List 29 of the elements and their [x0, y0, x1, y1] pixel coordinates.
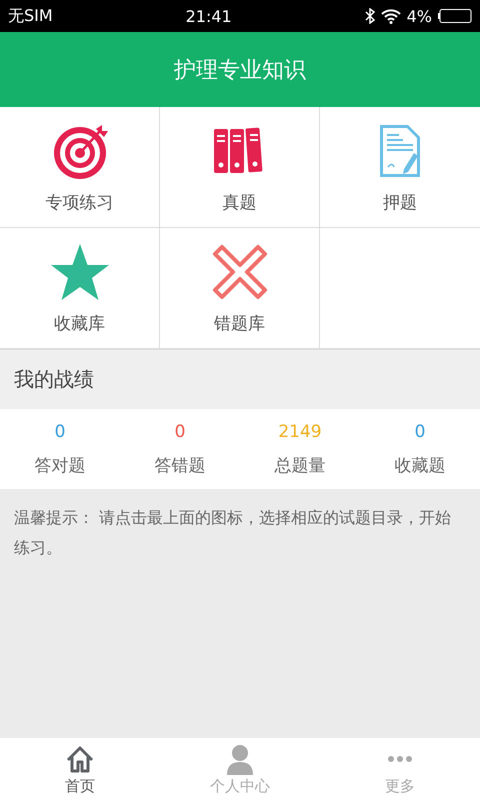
tile-label: 专项练习 — [46, 192, 114, 214]
stat-label: 总题量 — [274, 454, 326, 476]
menu-tile[interactable]: 收藏库 — [0, 228, 160, 349]
bluetooth-icon — [364, 8, 375, 24]
person-icon — [224, 742, 256, 774]
tile-label: 押题 — [383, 192, 417, 214]
battery-percent: 4% — [406, 6, 432, 26]
carrier-text: 无SIM — [8, 6, 53, 26]
tile-label: 真题 — [222, 192, 256, 214]
stat-value: 2149 — [278, 422, 322, 442]
clock-time: 21:41 — [186, 6, 232, 26]
stat-label: 答错题 — [154, 454, 206, 476]
stat-label: 答对题 — [34, 454, 86, 476]
stat-value: 0 — [174, 422, 186, 442]
menu-tile[interactable]: 错题库 — [160, 228, 320, 349]
star-icon — [50, 242, 110, 302]
tip-text: 温馨提示： 请点击最上面的图标，选择相应的试题目录，开始练习。 — [14, 508, 452, 557]
dots-icon — [388, 756, 412, 762]
stat-label: 收藏题 — [394, 454, 446, 476]
stat-value: 0 — [414, 422, 426, 442]
section-title: 我的战绩 — [14, 366, 94, 393]
battery-icon — [438, 8, 472, 24]
tile-label: 收藏库 — [54, 312, 105, 334]
page-title: 护理专业知识 — [174, 56, 306, 84]
wifi-icon — [380, 8, 401, 24]
tile-label: 错题库 — [214, 312, 265, 334]
menu-tile[interactable]: 专项练习 — [0, 107, 160, 228]
menu-tile[interactable]: 真题 — [160, 107, 320, 228]
stat-value: 0 — [54, 422, 66, 442]
